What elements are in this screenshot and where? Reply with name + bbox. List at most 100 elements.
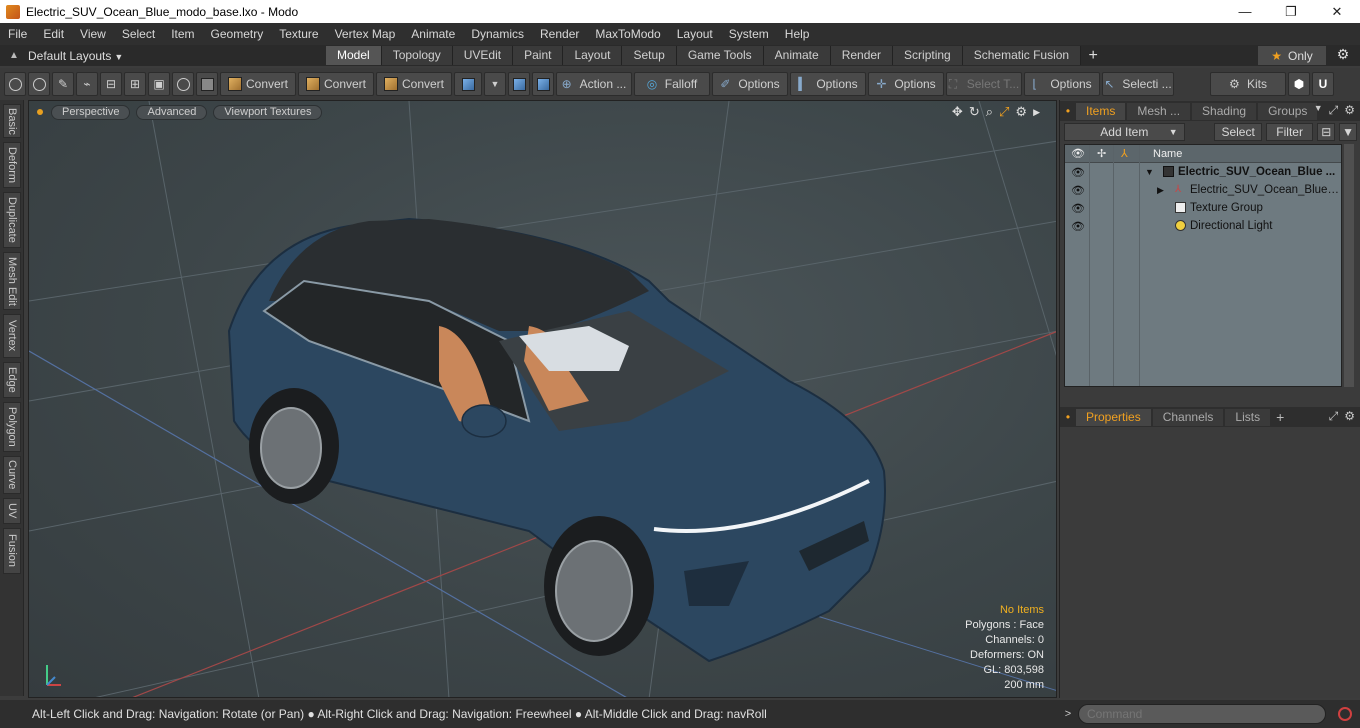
minimize-button[interactable]: —: [1222, 0, 1268, 23]
tab-game-tools[interactable]: Game Tools: [676, 46, 764, 65]
collapse-up-icon[interactable]: ▲: [0, 50, 28, 61]
zoom-icon[interactable]: ⌕: [986, 104, 993, 120]
maximize-button[interactable]: ❐: [1268, 0, 1314, 23]
edge-mode-button[interactable]: ⊟: [100, 72, 122, 96]
kits-button[interactable]: ⚙ Kits: [1210, 72, 1286, 96]
globe-mode-button[interactable]: [28, 72, 50, 96]
only-toggle[interactable]: ★ Only: [1258, 46, 1326, 65]
tree-row-directional-light[interactable]: 👁 Directional Light: [1065, 217, 1341, 235]
expand-arrow-icon[interactable]: ▼: [1145, 167, 1154, 177]
menu-item[interactable]: Item: [163, 27, 202, 41]
convert-button-2[interactable]: Convert: [298, 72, 374, 96]
tab-topology[interactable]: Topology: [381, 46, 453, 65]
menu-file[interactable]: File: [0, 27, 35, 41]
tab-animate[interactable]: Animate: [763, 46, 831, 65]
item-mode-button[interactable]: ▣: [148, 72, 170, 96]
viewport-textures-tab[interactable]: Viewport Textures: [213, 104, 323, 120]
advanced-tab[interactable]: Advanced: [136, 104, 208, 120]
panel-dot-icon[interactable]: •: [1060, 410, 1076, 424]
menu-help[interactable]: Help: [777, 27, 818, 41]
funnel-filter-button[interactable]: ▼: [1339, 123, 1357, 141]
tab-uv[interactable]: UV: [3, 498, 21, 524]
collapse-all-button[interactable]: ⊟: [1317, 123, 1336, 141]
tab-deform[interactable]: Deform: [3, 142, 21, 188]
tab-setup[interactable]: Setup: [622, 46, 677, 65]
tab-groups[interactable]: Groups: [1258, 102, 1318, 120]
options-button-4[interactable]: ⌊ Options: [1024, 72, 1100, 96]
filter-button[interactable]: Filter: [1265, 123, 1314, 141]
rotate-icon[interactable]: ↻: [969, 104, 980, 120]
add-item-button[interactable]: Add Item ▼: [1064, 123, 1185, 141]
menu-geometry[interactable]: Geometry: [203, 27, 272, 41]
vertex-mode-button[interactable]: [4, 72, 26, 96]
3d-viewport[interactable]: Perspective Advanced Viewport Textures ✥…: [28, 100, 1057, 698]
gear-icon[interactable]: ⚙: [1330, 46, 1356, 65]
menu-select[interactable]: Select: [114, 27, 163, 41]
pan-icon[interactable]: ✥: [952, 104, 963, 120]
panel-expand-icon[interactable]: ⤢: [1329, 409, 1339, 424]
record-macro-button[interactable]: [1334, 703, 1356, 725]
tree-row-mesh[interactable]: 👁 ▶ ⅄ Electric_SUV_Ocean_Blue_g ...: [1065, 181, 1341, 199]
tab-schematic-fusion[interactable]: Schematic Fusion: [962, 46, 1082, 65]
select-button[interactable]: Select: [1214, 123, 1262, 141]
panel-gear-icon[interactable]: ⚙: [1344, 103, 1355, 118]
eye-icon[interactable]: 👁: [1071, 184, 1085, 197]
maximize-viewport-icon[interactable]: ⤢: [999, 104, 1009, 120]
tab-vertex[interactable]: Vertex: [3, 314, 21, 358]
eye-icon[interactable]: 👁: [1071, 166, 1085, 179]
menu-edit[interactable]: Edit: [35, 27, 72, 41]
tab-lists[interactable]: Lists: [1225, 408, 1271, 426]
tab-scripting[interactable]: Scripting: [893, 46, 963, 65]
menu-dynamics[interactable]: Dynamics: [463, 27, 532, 41]
tab-shading[interactable]: Shading: [1192, 102, 1257, 120]
tab-layout[interactable]: Layout: [563, 46, 623, 65]
selection-button[interactable]: ↖ Selecti ...: [1102, 72, 1174, 96]
viewport-menu-arrow-icon[interactable]: ▶: [1033, 104, 1040, 120]
perspective-tab[interactable]: Perspective: [51, 104, 131, 120]
menu-layout[interactable]: Layout: [669, 27, 721, 41]
viewport-gear-icon[interactable]: ⚙: [1015, 104, 1027, 120]
cube-primitive-button[interactable]: [454, 72, 482, 96]
tab-uvedit[interactable]: UVEdit: [452, 46, 514, 65]
pen-tool-button[interactable]: ✎: [52, 72, 74, 96]
options-button-3[interactable]: ✛ Options: [868, 72, 944, 96]
action-center-button[interactable]: ⊕ Action ...: [556, 72, 632, 96]
options-button-1[interactable]: ✐ Options: [712, 72, 788, 96]
command-input[interactable]: [1078, 704, 1326, 724]
unreal-button[interactable]: U: [1312, 72, 1334, 96]
panel-expand-icon[interactable]: ⤢: [1329, 103, 1339, 118]
tree-row-scene[interactable]: 👁 ▼ Electric_SUV_Ocean_Blue ...: [1065, 163, 1341, 181]
tree-scrollbar[interactable]: [1344, 144, 1354, 387]
select-through-button[interactable]: ⛶ Select T...: [946, 72, 1022, 96]
dropdown-arrow-button[interactable]: ▼: [484, 72, 506, 96]
tab-basic[interactable]: Basic: [3, 104, 21, 138]
tab-edge[interactable]: Edge: [3, 362, 21, 398]
add-panel-tab-button[interactable]: +: [1272, 409, 1288, 425]
close-button[interactable]: ✕: [1314, 0, 1360, 23]
panel-dot-icon[interactable]: •: [1060, 104, 1076, 118]
viewport-menu-dot[interactable]: [37, 109, 43, 115]
tab-items[interactable]: Items: [1076, 102, 1126, 120]
expand-arrow-icon[interactable]: ▶: [1157, 185, 1164, 196]
menu-animate[interactable]: Animate: [403, 27, 463, 41]
tab-render[interactable]: Render: [830, 46, 894, 65]
panel-gear-icon[interactable]: ⚙: [1344, 409, 1355, 424]
tab-properties[interactable]: Properties: [1076, 408, 1151, 426]
tab-model[interactable]: Model: [326, 46, 382, 65]
menu-render[interactable]: Render: [532, 27, 587, 41]
falloff-button[interactable]: ◎ Falloff: [634, 72, 710, 96]
panel-dropdown-icon[interactable]: ▼: [1314, 103, 1323, 118]
eye-icon[interactable]: 👁: [1071, 202, 1085, 215]
menu-texture[interactable]: Texture: [271, 27, 326, 41]
eye-icon[interactable]: 👁: [1071, 220, 1085, 233]
convert-button-1[interactable]: Convert: [220, 72, 296, 96]
add-layout-tab-button[interactable]: +: [1081, 47, 1105, 65]
material-mode-button[interactable]: [172, 72, 194, 96]
menu-vertex-map[interactable]: Vertex Map: [327, 27, 404, 41]
unity-button[interactable]: ⬢: [1288, 72, 1310, 96]
default-layouts-dropdown[interactable]: Default Layouts ▼: [28, 49, 123, 63]
symmetry-button[interactable]: [508, 72, 530, 96]
tab-mesh-edit[interactable]: Mesh Edit: [3, 252, 21, 310]
shield-button[interactable]: [196, 72, 218, 96]
menu-maxtomodo[interactable]: MaxToModo: [587, 27, 668, 41]
